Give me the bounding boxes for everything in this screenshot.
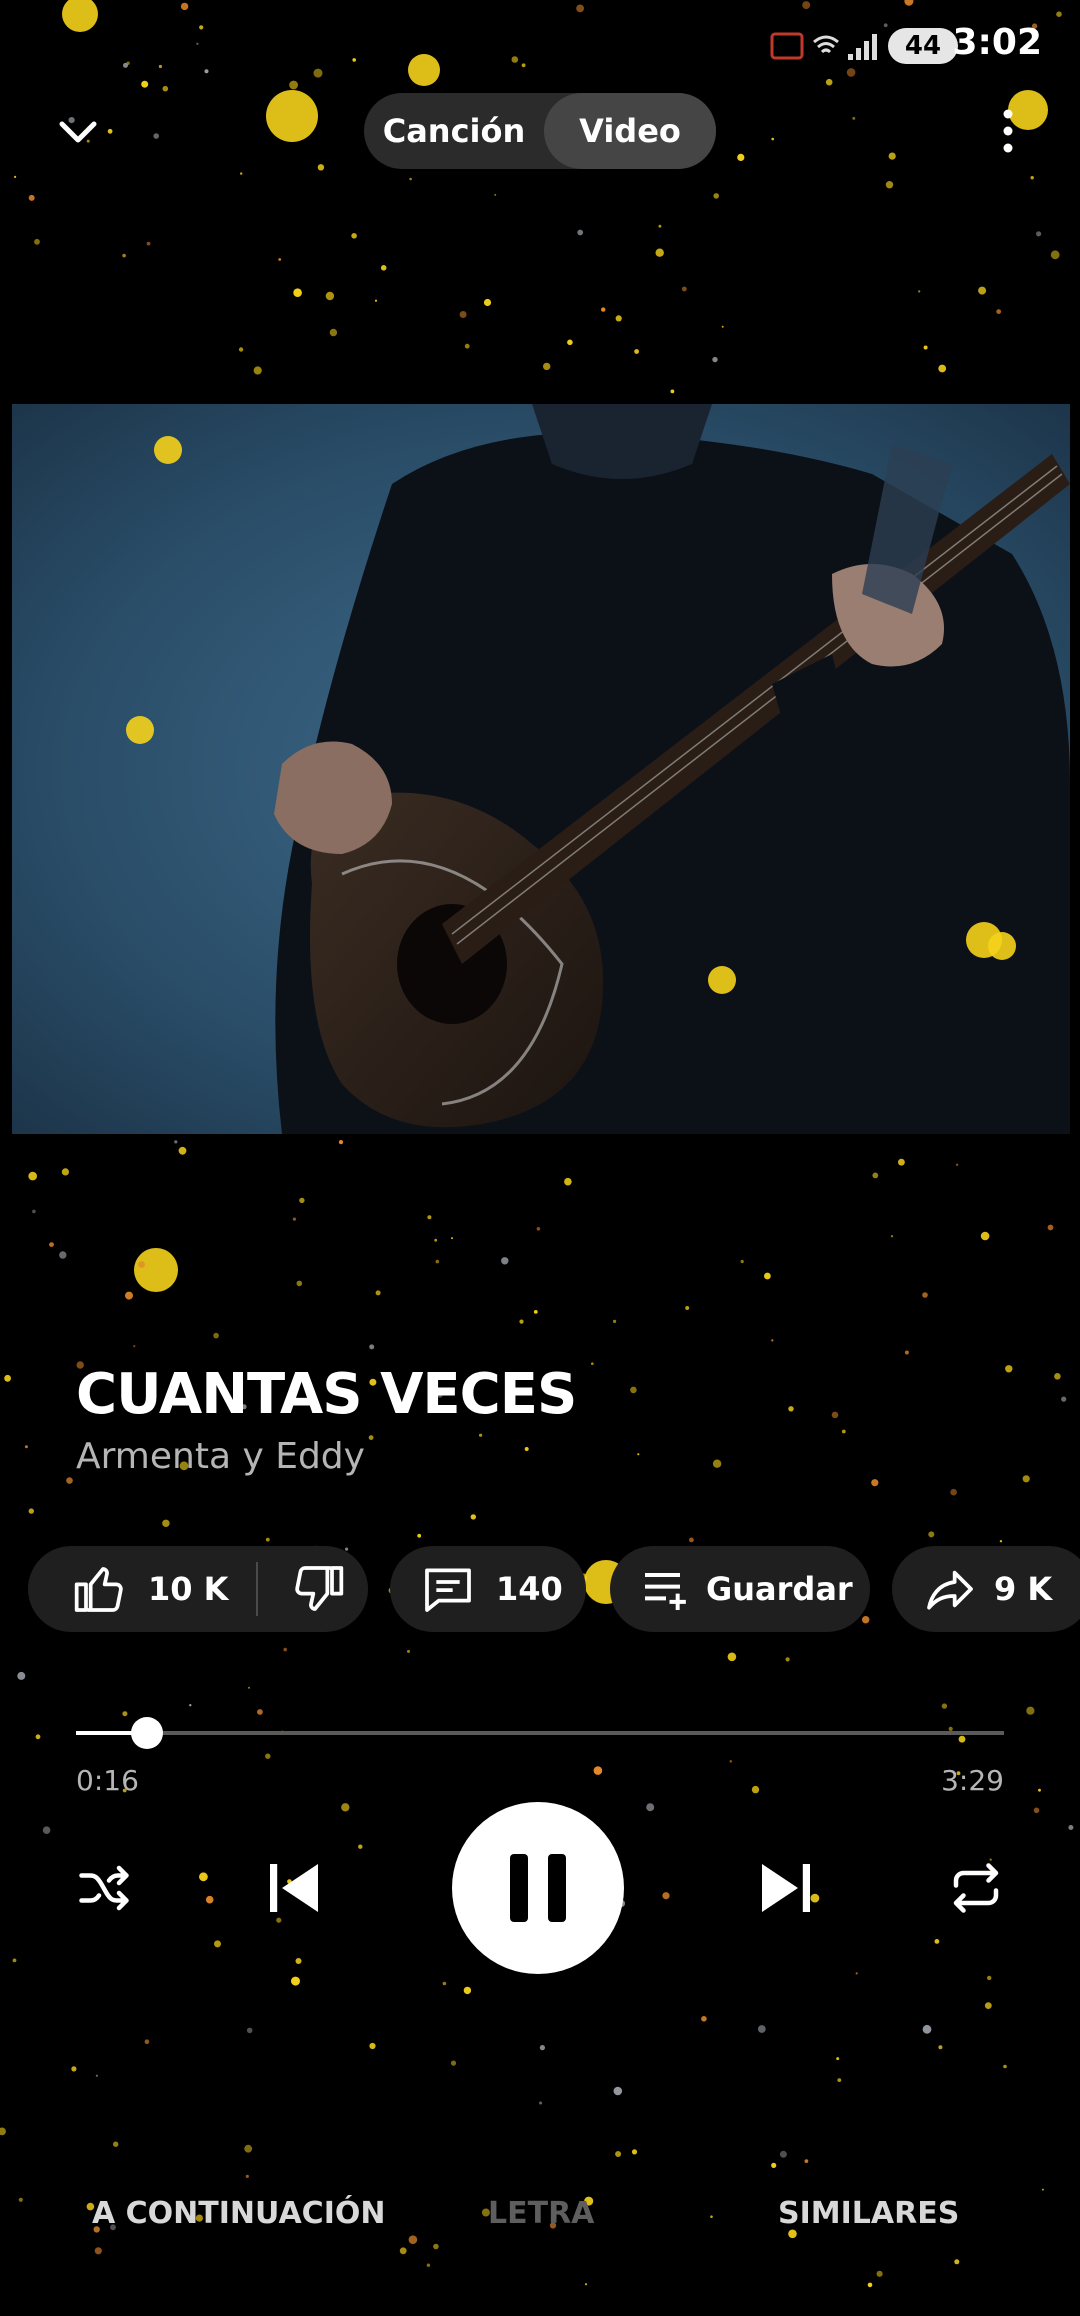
save-label: Guardar: [706, 1570, 853, 1608]
thumbs-down-icon[interactable]: [290, 1561, 346, 1617]
pill-divider: [256, 1562, 259, 1616]
pause-button[interactable]: [452, 1802, 624, 1974]
comment-icon: [425, 1568, 471, 1612]
progress-thumb[interactable]: [131, 1717, 164, 1749]
battery-indicator: 44: [888, 28, 958, 64]
song-title: CUANTAS VECES: [76, 1362, 577, 1427]
comments-button[interactable]: 140: [390, 1546, 586, 1632]
tab-lyrics[interactable]: LETRA: [488, 2196, 594, 2231]
share-count: 9 K: [994, 1570, 1053, 1608]
like-dislike-group: 10 K: [28, 1546, 368, 1632]
toggle-video[interactable]: Video: [544, 93, 716, 169]
thumbs-up-icon[interactable]: [72, 1561, 128, 1617]
elapsed-time: 0:16: [76, 1764, 139, 1797]
share-button[interactable]: 9 K: [892, 1546, 1080, 1632]
save-button[interactable]: Guardar: [610, 1546, 870, 1632]
shuffle-icon[interactable]: [72, 1858, 136, 1918]
progress-bar[interactable]: [76, 1717, 1004, 1749]
comment-count: 140: [496, 1570, 563, 1608]
status-bar: 44 3:02: [0, 0, 1080, 90]
playlist-add-icon: [645, 1573, 686, 1610]
song-video-toggle: Canción Video: [364, 93, 716, 169]
video-frame-image: [12, 404, 1070, 1134]
signal-wifi-icon: [770, 32, 877, 60]
more-vert-icon[interactable]: [996, 106, 1020, 156]
pause-icon: [510, 1854, 566, 1922]
video-player[interactable]: [12, 404, 1070, 1134]
skip-previous-icon[interactable]: [256, 1852, 332, 1924]
total-time: 3:29: [941, 1764, 1004, 1797]
tab-up-next[interactable]: A CONTINUACIÓN: [92, 2196, 385, 2231]
tab-related[interactable]: SIMILARES: [778, 2196, 959, 2231]
chevron-down-icon[interactable]: [48, 108, 108, 156]
share-icon: [927, 1570, 973, 1610]
toggle-song[interactable]: Canción: [364, 93, 544, 169]
status-time: 3:02: [952, 22, 1042, 63]
skip-next-icon[interactable]: [748, 1852, 824, 1924]
repeat-icon[interactable]: [944, 1858, 1008, 1918]
like-count[interactable]: 10 K: [148, 1570, 228, 1608]
song-artist[interactable]: Armenta y Eddy: [76, 1436, 365, 1477]
